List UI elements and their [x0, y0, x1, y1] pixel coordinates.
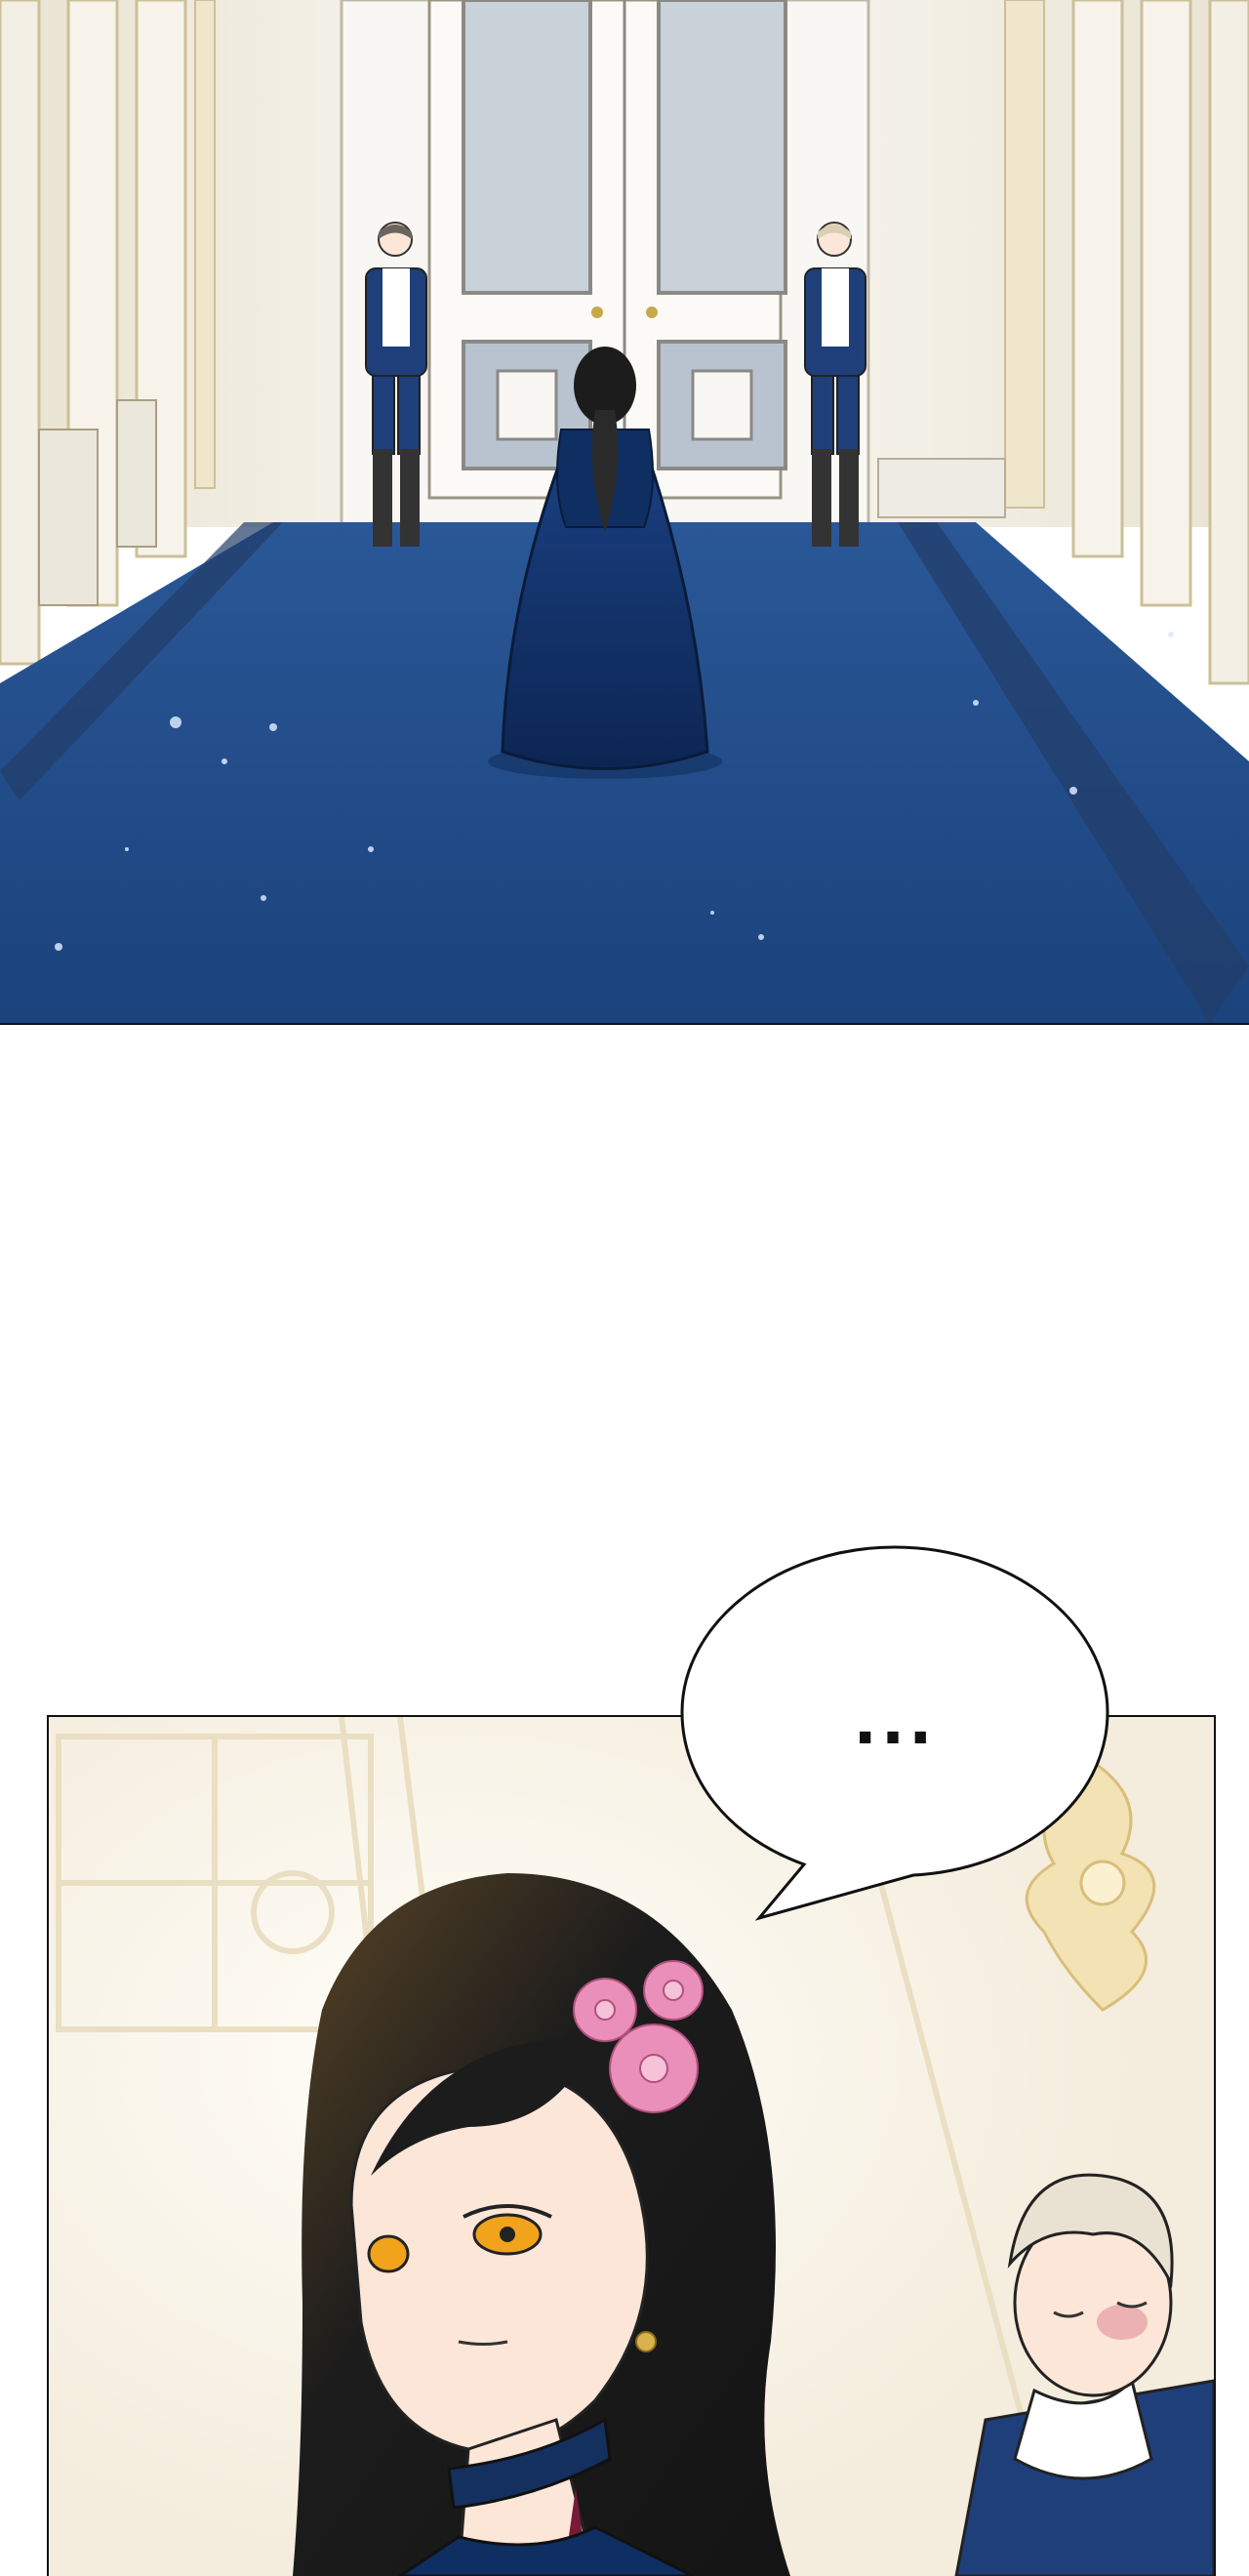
- left-pillars: [0, 0, 216, 666]
- left-eye: [367, 2234, 410, 2273]
- hallway-illustration: [0, 0, 1249, 1023]
- speech-bubble-text: ...: [853, 1687, 937, 1759]
- palace-hallway-panel: [0, 0, 1249, 1025]
- speech-bubble: ...: [679, 1544, 1110, 1921]
